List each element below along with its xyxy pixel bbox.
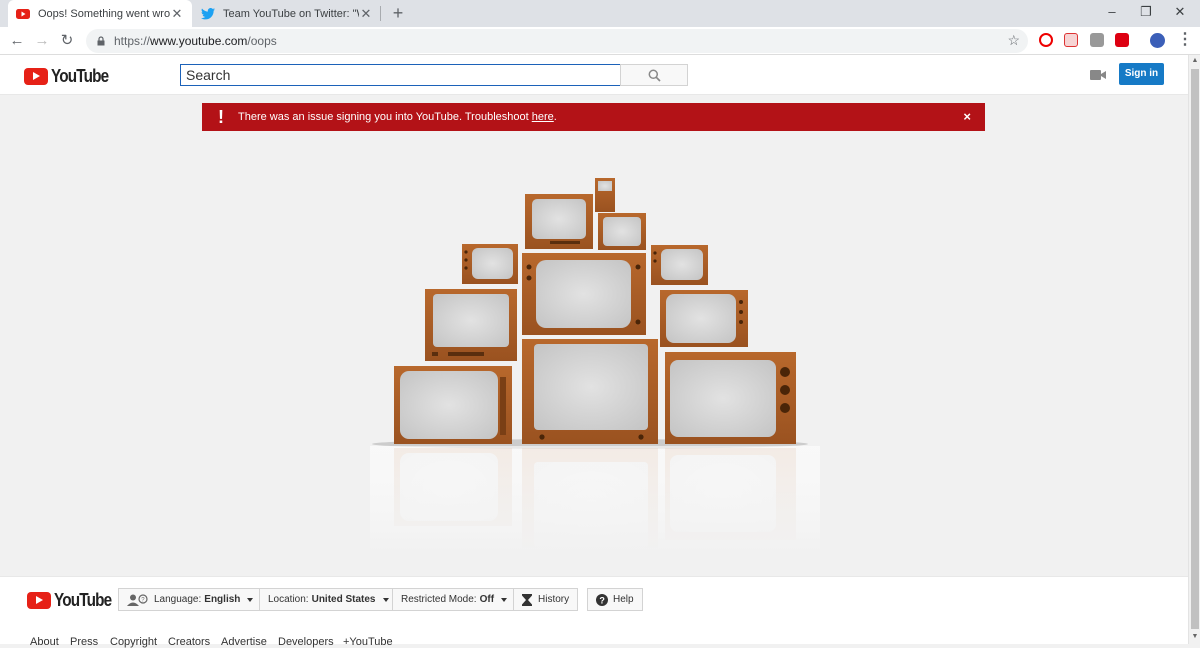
footer-youtube-logo[interactable]: YouTube [27, 590, 121, 611]
svg-text:?: ? [599, 595, 605, 605]
exclamation-icon: ! [218, 107, 224, 127]
forward-icon[interactable]: → [32, 31, 52, 51]
footer-link-about[interactable]: About [30, 636, 59, 648]
close-alert-icon[interactable]: × [963, 109, 971, 124]
profile-avatar[interactable] [1150, 33, 1165, 48]
pdf-extension-icon[interactable] [1064, 33, 1078, 47]
red-extension-icon[interactable] [1115, 33, 1129, 47]
browser-tab-bar: Oops! Something went wrong. - ✕ Team You… [0, 0, 1200, 27]
gray-extension-icon[interactable] [1090, 33, 1104, 47]
hourglass-icon [522, 593, 532, 606]
help-icon: ? [596, 593, 608, 606]
tab-title: Team YouTube on Twitter: "We'd [223, 7, 359, 20]
lock-icon [97, 36, 105, 46]
footer-link-creators[interactable]: Creators [168, 636, 210, 648]
youtube-footer: YouTube ? Language: English Location: Unit… [0, 576, 1188, 648]
footer-link-developers[interactable]: Developers [278, 636, 334, 648]
footer-link-advertise[interactable]: Advertise [221, 636, 267, 648]
browser-toolbar: ← → ↻ https://www.youtube.com/oops ☆ ⋮ [0, 27, 1200, 55]
youtube-logo[interactable]: YouTube [24, 66, 118, 87]
browser-menu-icon[interactable]: ⋮ [1177, 31, 1193, 51]
logo-wordmark: YouTube [54, 590, 112, 610]
tab-twitter[interactable]: Team YouTube on Twitter: "We'd ✕ [193, 0, 381, 27]
bookmark-star-icon[interactable]: ☆ [1007, 32, 1020, 49]
help-button[interactable]: ? Help [587, 588, 643, 611]
close-window-icon[interactable]: ✕ [1160, 0, 1200, 27]
youtube-play-icon [24, 68, 48, 85]
logo-wordmark: YouTube [51, 66, 109, 86]
new-tab-icon[interactable]: + [388, 3, 408, 23]
footer-link-copyright[interactable]: Copyright [110, 636, 157, 648]
scroll-down-icon[interactable]: ▼ [1191, 633, 1199, 640]
search-input[interactable] [180, 64, 621, 86]
search-button[interactable] [620, 64, 688, 86]
location-picker-button[interactable]: Location: United States [259, 588, 398, 611]
chevron-down-icon [247, 597, 254, 602]
search-icon [648, 69, 661, 82]
back-icon[interactable]: ← [7, 31, 27, 51]
close-tab-icon[interactable]: ✕ [359, 6, 373, 22]
upload-video-icon[interactable] [1090, 69, 1106, 81]
sign-in-button[interactable]: Sign in [1119, 63, 1164, 85]
history-button[interactable]: History [513, 588, 579, 611]
youtube-favicon-icon [16, 7, 30, 21]
youtube-header: YouTube Sign in [0, 55, 1188, 95]
chevron-down-icon [501, 597, 508, 602]
footer-link-plus-youtube[interactable]: +YouTube [343, 636, 393, 648]
chevron-down-icon [382, 597, 389, 602]
error-alert-banner: ! There was an issue signing you into Yo… [202, 103, 985, 131]
scrollbar-thumb[interactable] [1191, 69, 1199, 629]
troubleshoot-link[interactable]: here [532, 111, 554, 123]
alert-message: There was an issue signing you into YouT… [238, 111, 557, 123]
opera-extension-icon[interactable] [1039, 33, 1053, 47]
broken-tvs-illustration [370, 178, 820, 552]
twitter-favicon-icon [201, 7, 215, 21]
restricted-mode-button[interactable]: Restricted Mode: Off [392, 588, 517, 611]
language-icon: ? [127, 593, 148, 606]
address-bar[interactable]: https://www.youtube.com/oops ☆ [86, 29, 1028, 53]
scroll-up-icon[interactable]: ▲ [1191, 57, 1199, 64]
tab-youtube-oops[interactable]: Oops! Something went wrong. - ✕ [8, 0, 192, 27]
reload-icon[interactable]: ↻ [57, 31, 77, 51]
tab-title: Oops! Something went wrong. - [38, 7, 170, 20]
language-picker-button[interactable]: ? Language: English [118, 588, 263, 611]
close-tab-icon[interactable]: ✕ [170, 6, 184, 22]
tab-separator [380, 6, 381, 21]
url-text: https://www.youtube.com/oops [114, 34, 277, 48]
footer-link-press[interactable]: Press [70, 636, 98, 648]
page-scrollbar[interactable]: ▲ ▼ [1188, 55, 1200, 644]
youtube-play-icon [27, 592, 51, 609]
